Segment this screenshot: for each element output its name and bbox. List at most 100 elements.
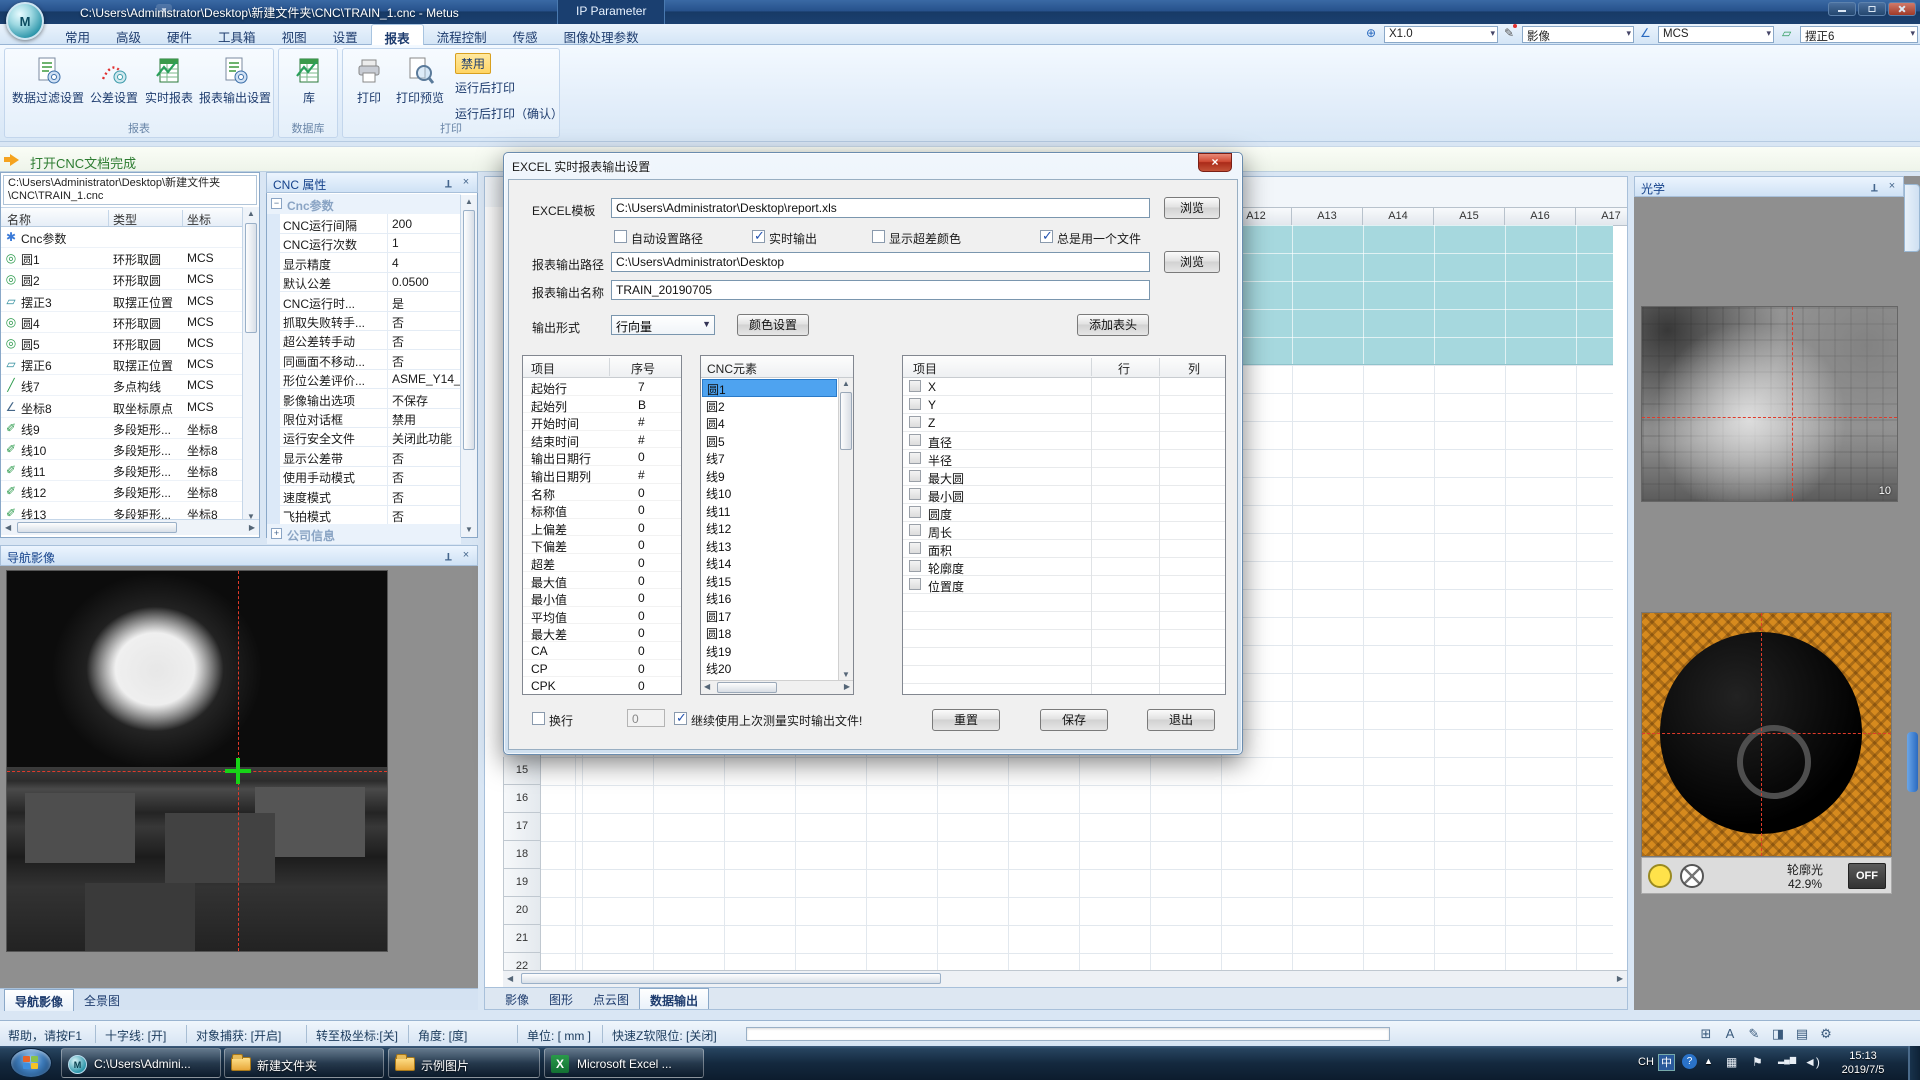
file-row-圆2[interactable]: ◎圆2环形取圆MCS — [1, 269, 243, 290]
zoom-scale-combo[interactable]: X1.0▾ — [1384, 26, 1498, 43]
menu-tab-视图[interactable]: 视图 — [269, 24, 320, 45]
alignment-combo[interactable]: 摆正6▾ — [1800, 26, 1918, 43]
output-path-browse-button[interactable]: 浏览 — [1164, 251, 1220, 273]
file-row-圆4[interactable]: ◎圆4环形取圆MCS — [1, 312, 243, 333]
template-browse-button[interactable]: 浏览 — [1164, 197, 1220, 219]
output-item-直径[interactable]: 直径 — [903, 432, 1225, 450]
spreadsheet-hscrollbar[interactable]: ◀ ▶ — [503, 970, 1627, 987]
pen-icon[interactable]: ✎ — [1744, 1025, 1764, 1043]
menu-tab-设置[interactable]: 设置 — [320, 24, 371, 45]
property-row-使用手动模式[interactable]: 使用手动模式否 — [267, 466, 461, 486]
output-item-周长[interactable]: 周长 — [903, 522, 1225, 540]
ribbon-button-库[interactable]: 库 — [287, 53, 331, 106]
tray-icon-3[interactable]: ◄) — [1804, 1055, 1820, 1069]
row-header-16[interactable]: 16 — [503, 785, 541, 813]
ribbon-menu-运行后打印[interactable]: 运行后打印 — [455, 79, 515, 96]
minimize-button[interactable] — [1828, 2, 1856, 16]
column-header-A14[interactable]: A14 — [1363, 207, 1434, 226]
format-items-list[interactable]: 项目 序号 起始行7起始列B开始时间#结束时间#输出日期行0输出日期列#名称0标… — [522, 355, 682, 695]
file-row-Cnc参数[interactable]: ✱Cnc参数 — [1, 227, 243, 248]
row-header-20[interactable]: 20 — [503, 897, 541, 925]
cnc-element-圆4[interactable]: 圆4 — [702, 414, 837, 432]
column-header-A15[interactable]: A15 — [1434, 207, 1505, 226]
property-row-运行安全文件[interactable]: 运行安全文件关闭此功能 — [267, 427, 461, 447]
menu-tab-传感[interactable]: 传感 — [500, 24, 551, 45]
start-button[interactable] — [10, 1048, 52, 1078]
cnc-element-线12[interactable]: 线12 — [702, 519, 837, 537]
file-row-线9[interactable]: ✐线9多段矩形...坐标8 — [1, 418, 243, 439]
output-item-Y[interactable]: Y — [903, 396, 1225, 414]
row-header-17[interactable]: 17 — [503, 813, 541, 841]
menu-tab-工具箱[interactable]: 工具箱 — [205, 24, 269, 45]
output-item-圆度[interactable]: 圆度 — [903, 504, 1225, 522]
format-row-上偏差[interactable]: 上偏差0 — [523, 519, 681, 537]
layout-icon[interactable]: ◨ — [1768, 1025, 1788, 1043]
file-row-圆5[interactable]: ◎圆5环形取圆MCS — [1, 333, 243, 354]
cnc-elements-list[interactable]: CNC元素 圆1圆2圆4圆5线7线9线10线11线12线13线14线15线16圆… — [700, 355, 854, 695]
file-row-摆正6[interactable]: ▱摆正6取摆正位置MCS — [1, 354, 243, 375]
property-row-超公差转手动[interactable]: 超公差转手动否 — [267, 330, 461, 350]
ribbon-button-打印预览[interactable]: 打印预览 — [391, 53, 449, 106]
output-item-checkbox[interactable] — [909, 416, 921, 428]
exit-button[interactable]: 退出 — [1147, 709, 1215, 731]
output-item-X[interactable]: X — [903, 378, 1225, 396]
camera-live-view[interactable] — [1641, 612, 1892, 857]
menu-tab-高级[interactable]: 高级 — [103, 24, 154, 45]
checkbox-总是用一个文件[interactable] — [1040, 230, 1053, 243]
column-header-A16[interactable]: A16 — [1505, 207, 1576, 226]
row-header-15[interactable]: 15 — [503, 757, 541, 785]
tray-icon-0[interactable]: ▦ — [1726, 1055, 1737, 1069]
cnc-element-线19[interactable]: 线19 — [702, 642, 837, 660]
taskbar-button-Microsoft Excel ...[interactable]: XMicrosoft Excel ... — [544, 1048, 704, 1078]
dialog-close-button[interactable]: × — [1198, 153, 1232, 172]
cnc-element-线9[interactable]: 线9 — [702, 467, 837, 485]
property-row-CNC运行次数[interactable]: CNC运行次数1 — [267, 233, 461, 253]
text-icon[interactable]: A — [1720, 1025, 1740, 1043]
format-row-CP[interactable]: CP0 — [523, 660, 681, 678]
file-table-hscrollbar[interactable]: ◀ ▶ — [1, 519, 259, 535]
output-item-checkbox[interactable] — [909, 434, 921, 446]
cnc-element-线13[interactable]: 线13 — [702, 537, 837, 555]
output-item-Z[interactable]: Z — [903, 414, 1225, 432]
cnc-element-线10[interactable]: 线10 — [702, 484, 837, 502]
scroll-up-icon[interactable]: ▲ — [243, 207, 259, 221]
property-group-cnc[interactable]: −Cnc参数 — [267, 194, 461, 214]
output-item-checkbox[interactable] — [909, 542, 921, 554]
cnc-element-线15[interactable]: 线15 — [702, 572, 837, 590]
output-format-select[interactable]: 行向量▼ — [611, 315, 715, 335]
ip-parameter-tab[interactable]: IP Parameter — [557, 0, 665, 24]
property-row-CNC运行时...[interactable]: CNC运行时...是 — [267, 292, 461, 312]
template-path-input[interactable]: C:\Users\Administrator\Desktop\report.xl… — [611, 198, 1150, 218]
format-row-CPK[interactable]: CPK0 — [523, 677, 681, 695]
continue-file-checkbox[interactable] — [674, 712, 687, 725]
property-row-显示精度[interactable]: 显示精度4 — [267, 253, 461, 273]
output-item-位置度[interactable]: 位置度 — [903, 576, 1225, 594]
output-item-最大圆[interactable]: 最大圆 — [903, 468, 1225, 486]
menu-tab-图像处理参数[interactable]: 图像处理参数 — [551, 24, 652, 45]
show-desktop-button[interactable] — [1908, 1046, 1920, 1080]
output-item-checkbox[interactable] — [909, 560, 921, 572]
cnc-element-线7[interactable]: 线7 — [702, 449, 837, 467]
format-row-输出日期列[interactable]: 输出日期列# — [523, 466, 681, 484]
file-table-header[interactable]: 名称 类型 坐标 — [1, 207, 243, 227]
ribbon-button-报表输出设置[interactable]: 报表输出设置 — [197, 53, 273, 106]
color-settings-button[interactable]: 颜色设置 — [737, 314, 809, 336]
output-item-轮廓度[interactable]: 轮廓度 — [903, 558, 1225, 576]
pin-icon[interactable]: T — [1867, 180, 1881, 194]
file-row-线10[interactable]: ✐线10多段矩形...坐标8 — [1, 439, 243, 460]
format-row-开始时间[interactable]: 开始时间# — [523, 413, 681, 431]
property-row-同画面不移动...[interactable]: 同画面不移动...否 — [267, 350, 461, 370]
show-hidden-icons-chevron[interactable]: ▲ — [1704, 1056, 1713, 1066]
property-row-飞拍模式[interactable]: 飞拍模式否 — [267, 505, 461, 525]
ribbon-button-实时报表[interactable]: 实时报表 — [141, 53, 197, 106]
cnc-list-vscrollbar[interactable]: ▲ ▼ — [838, 378, 853, 680]
ribbon-button-打印[interactable]: 打印 — [347, 53, 391, 106]
output-item-checkbox[interactable] — [909, 488, 921, 500]
cnc-element-线16[interactable]: 线16 — [702, 589, 837, 607]
segment-light-icon[interactable] — [1680, 864, 1704, 888]
cnc-element-圆18[interactable]: 圆18 — [702, 624, 837, 642]
dock-tab-全景图[interactable]: 全景图 — [74, 989, 130, 1011]
ime-language-indicator[interactable]: CH — [1638, 1056, 1654, 1068]
property-row-形位公差评价...[interactable]: 形位公差评价...ASME_Y14_5 — [267, 369, 461, 389]
tray-icon-2[interactable]: ▂▄▆ — [1778, 1055, 1796, 1064]
